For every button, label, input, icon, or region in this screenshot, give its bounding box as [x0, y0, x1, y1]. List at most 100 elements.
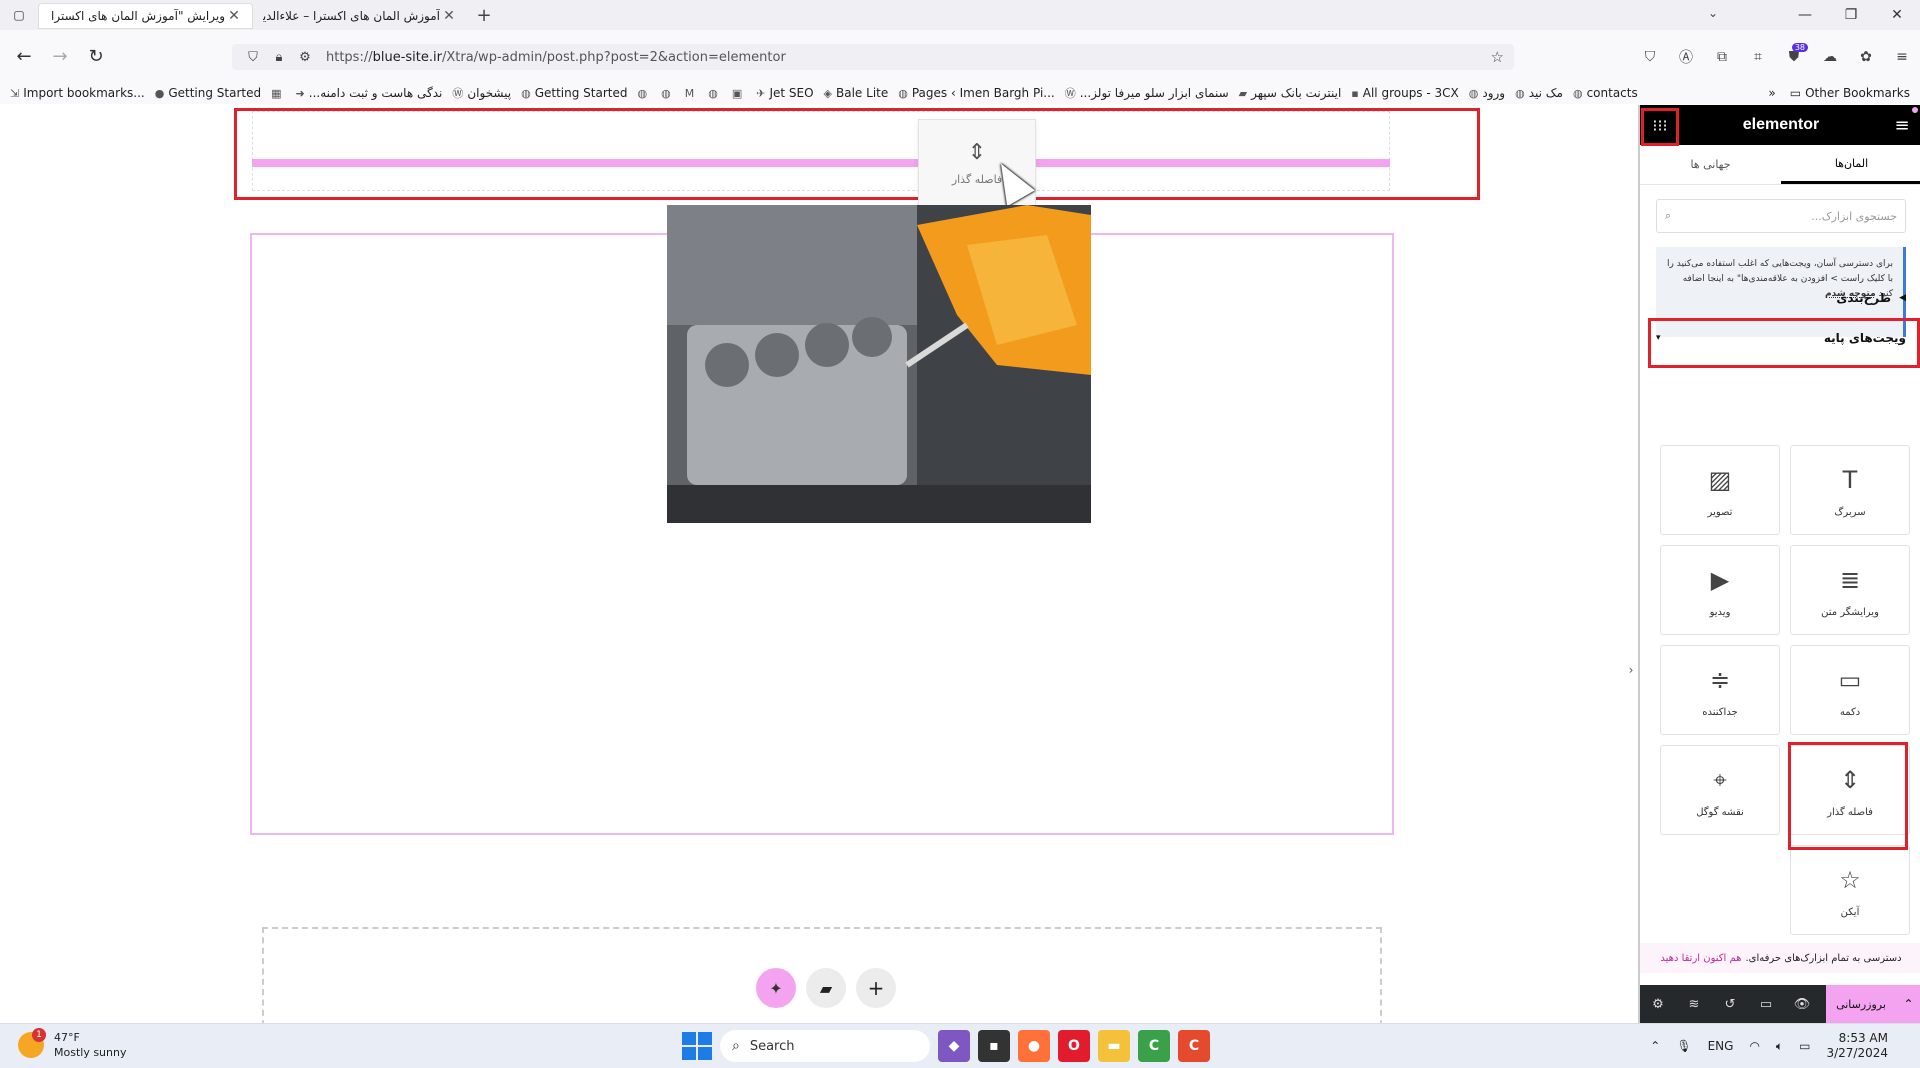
bookmark-item[interactable]: ◍ Getting Started: [521, 86, 627, 100]
update-button[interactable]: بروزرسانی ⌃: [1826, 985, 1920, 1023]
weather-widget[interactable]: 1 47°F Mostly sunny: [18, 1028, 126, 1060]
upgrade-link[interactable]: هم اکنون ارتقا دهید: [1660, 953, 1741, 964]
terminal-icon[interactable]: ▪: [978, 1030, 1010, 1062]
widget-image[interactable]: ▨ تصویر: [1660, 445, 1780, 535]
browser-tab-active[interactable]: ویرایش "آموزش المان های اکسترا - ✕: [38, 3, 253, 29]
bookmark-item[interactable]: Ⓦ پیشخوان: [452, 85, 511, 101]
tab-list-icon[interactable]: ▢: [0, 0, 38, 30]
account-icon[interactable]: Ⓐ: [1668, 47, 1704, 67]
maximize-button[interactable]: ❐: [1828, 7, 1874, 23]
wifi-icon[interactable]: ◠: [1741, 1039, 1767, 1053]
bookmark-label: ورود: [1482, 86, 1506, 100]
close-window-button[interactable]: ✕: [1874, 7, 1920, 23]
forward-button[interactable]: →: [42, 46, 78, 67]
chevron-double-right-icon[interactable]: »: [1768, 86, 1775, 100]
tab-elements[interactable]: المان‌ها: [1781, 145, 1920, 184]
widget-divider[interactable]: ≑ جداکننده: [1660, 645, 1780, 735]
bookmark-item[interactable]: ▣: [732, 87, 746, 100]
chevron-right-icon[interactable]: ›: [1624, 645, 1638, 695]
bookmark-item[interactable]: ▰ اینترنت بانک سپهر: [1239, 86, 1342, 100]
shield-icon[interactable]: ⛉: [240, 50, 266, 65]
bookmark-item[interactable]: ● Getting Started: [155, 86, 261, 100]
heading-icon: T: [1842, 465, 1858, 494]
firefox-icon[interactable]: ●: [1018, 1030, 1050, 1062]
widget-search-input[interactable]: جستجوی ابزارک... ⌕: [1656, 199, 1906, 233]
bookmark-item[interactable]: ➜ ...ندگی هاست و ثبت دامنه: [296, 86, 443, 100]
editor-canvas[interactable]: ⇕ فاصله گذار ✦ ▰ + ›: [0, 105, 1638, 1023]
crop-icon[interactable]: ⌗: [1740, 49, 1776, 65]
clock-time: 8:53 AM: [1838, 1031, 1888, 1045]
history-icon[interactable]: ↺: [1712, 985, 1748, 1023]
responsive-mode-icon[interactable]: ▭: [1748, 985, 1784, 1023]
engine-machining-image[interactable]: [667, 205, 1091, 523]
chevron-up-icon[interactable]: ⌃: [1896, 985, 1920, 1023]
pocket-icon[interactable]: ⛉: [1632, 49, 1668, 65]
minimize-button[interactable]: —: [1782, 7, 1828, 23]
browser-tab[interactable]: آموزش المان های اکسترا – علاءالدین ✕: [253, 3, 468, 29]
permissions-icon[interactable]: ⚙︎: [292, 50, 318, 65]
chevron-down-icon[interactable]: ⌄: [1708, 6, 1718, 20]
bookmark-item[interactable]: ◍: [638, 87, 652, 100]
opera-icon[interactable]: O: [1058, 1030, 1090, 1062]
bookmark-item[interactable]: ◍ Pages ‹ Imen Bargh Pi...: [898, 86, 1054, 100]
widget-icon[interactable]: ☆ آیکن: [1790, 845, 1910, 935]
bookmark-item[interactable]: ✈ Jet SEO: [756, 86, 813, 100]
bookmark-item[interactable]: ⇲ Import bookmarks...: [10, 86, 145, 100]
cloud-icon[interactable]: ☁︎: [1812, 49, 1848, 65]
elementor-panel: ⁝⁝⁝ elementor ≡ المان‌ها جهانی ها جستجوی…: [1638, 105, 1920, 1023]
widget-label: سربرگ: [1834, 506, 1866, 518]
bookmark-item[interactable]: ▦: [271, 87, 285, 100]
hamburger-menu-icon[interactable]: ≡: [1888, 111, 1916, 139]
bookmark-item[interactable]: ◍ مک نید: [1515, 86, 1563, 100]
bookmark-item[interactable]: Ⓦ ...سنمای ابزار سلو میرفا تولز: [1065, 85, 1229, 101]
new-tab-button[interactable]: +: [468, 5, 500, 26]
chevron-up-icon[interactable]: ⌃: [1642, 1039, 1668, 1053]
widget-text-editor[interactable]: ≣ ویرایشگر متن: [1790, 545, 1910, 635]
settings-gear-icon[interactable]: ⚙︎: [1640, 985, 1676, 1023]
globe-icon: ◍: [898, 86, 908, 100]
bookmark-item[interactable]: ◍: [661, 87, 675, 100]
microphone-icon[interactable]: 🎙︎: [1668, 1039, 1699, 1053]
widget-button[interactable]: ▭ دکمه: [1790, 645, 1910, 735]
widget-google-map[interactable]: ⌖ نقشه گوگل: [1660, 745, 1780, 835]
camtasia-red-icon[interactable]: C: [1178, 1030, 1210, 1062]
copilot-icon[interactable]: ◆: [938, 1030, 970, 1062]
lock-icon[interactable]: 🔒︎: [266, 50, 292, 65]
bookmark-item[interactable]: ▪ All groups - 3CX: [1351, 86, 1458, 100]
puzzle-icon[interactable]: ✿: [1848, 49, 1884, 65]
file-explorer-icon[interactable]: ▬: [1098, 1030, 1130, 1062]
bookmark-item[interactable]: ◍ ورود: [1469, 86, 1505, 100]
bookmark-item[interactable]: ◈ Bale Lite: [824, 86, 889, 100]
windows-start-icon[interactable]: [680, 1030, 712, 1062]
extension-shield-icon[interactable]: ⛊ 38: [1776, 43, 1812, 65]
bookmark-item[interactable]: ◍: [708, 87, 722, 100]
navigator-layers-icon[interactable]: ≋: [1676, 985, 1712, 1023]
battery-icon[interactable]: ▭: [1791, 1039, 1818, 1053]
category-layout[interactable]: ◀ طرح‌بندی: [1656, 291, 1906, 305]
bookmark-star-icon[interactable]: ☆: [1491, 48, 1504, 66]
extensions-icon[interactable]: ⧉: [1704, 49, 1740, 65]
bank-icon: ▰: [1238, 86, 1248, 100]
language-indicator[interactable]: ENG: [1700, 1039, 1742, 1053]
widget-heading[interactable]: T سربرگ: [1790, 445, 1910, 535]
add-section-button[interactable]: +: [856, 968, 896, 1008]
globe-icon: ◍: [661, 86, 671, 100]
reload-button[interactable]: ↻: [78, 46, 114, 67]
taskbar-search[interactable]: ⌕ Search: [720, 1030, 930, 1062]
widget-video[interactable]: ▶ ویدیو: [1660, 545, 1780, 635]
other-bookmarks[interactable]: » ▭ Other Bookmarks: [1768, 82, 1910, 104]
back-button[interactable]: ←: [6, 46, 42, 67]
camtasia-green-icon[interactable]: C: [1138, 1030, 1170, 1062]
app-menu-icon[interactable]: ≡: [1884, 49, 1920, 65]
tab-globals[interactable]: جهانی ها: [1640, 145, 1781, 184]
clock[interactable]: 8:53 AM 3/27/2024: [1818, 1031, 1920, 1061]
ai-sparkle-icon[interactable]: ✦: [756, 968, 796, 1008]
volume-icon[interactable]: 🔈︎: [1768, 1039, 1791, 1054]
bookmark-item[interactable]: M: [685, 87, 699, 100]
url-bar[interactable]: ⛉ 🔒︎ ⚙︎ https://blue-site.ir/Xtra/wp-adm…: [232, 44, 1514, 70]
preview-eye-icon[interactable]: 👁︎: [1784, 985, 1820, 1023]
folder-icon[interactable]: ▰: [806, 968, 846, 1008]
bookmark-item[interactable]: ◍ contacts: [1573, 86, 1638, 100]
tab-close-icon[interactable]: ✕: [225, 8, 243, 24]
tab-close-icon[interactable]: ✕: [440, 8, 458, 24]
